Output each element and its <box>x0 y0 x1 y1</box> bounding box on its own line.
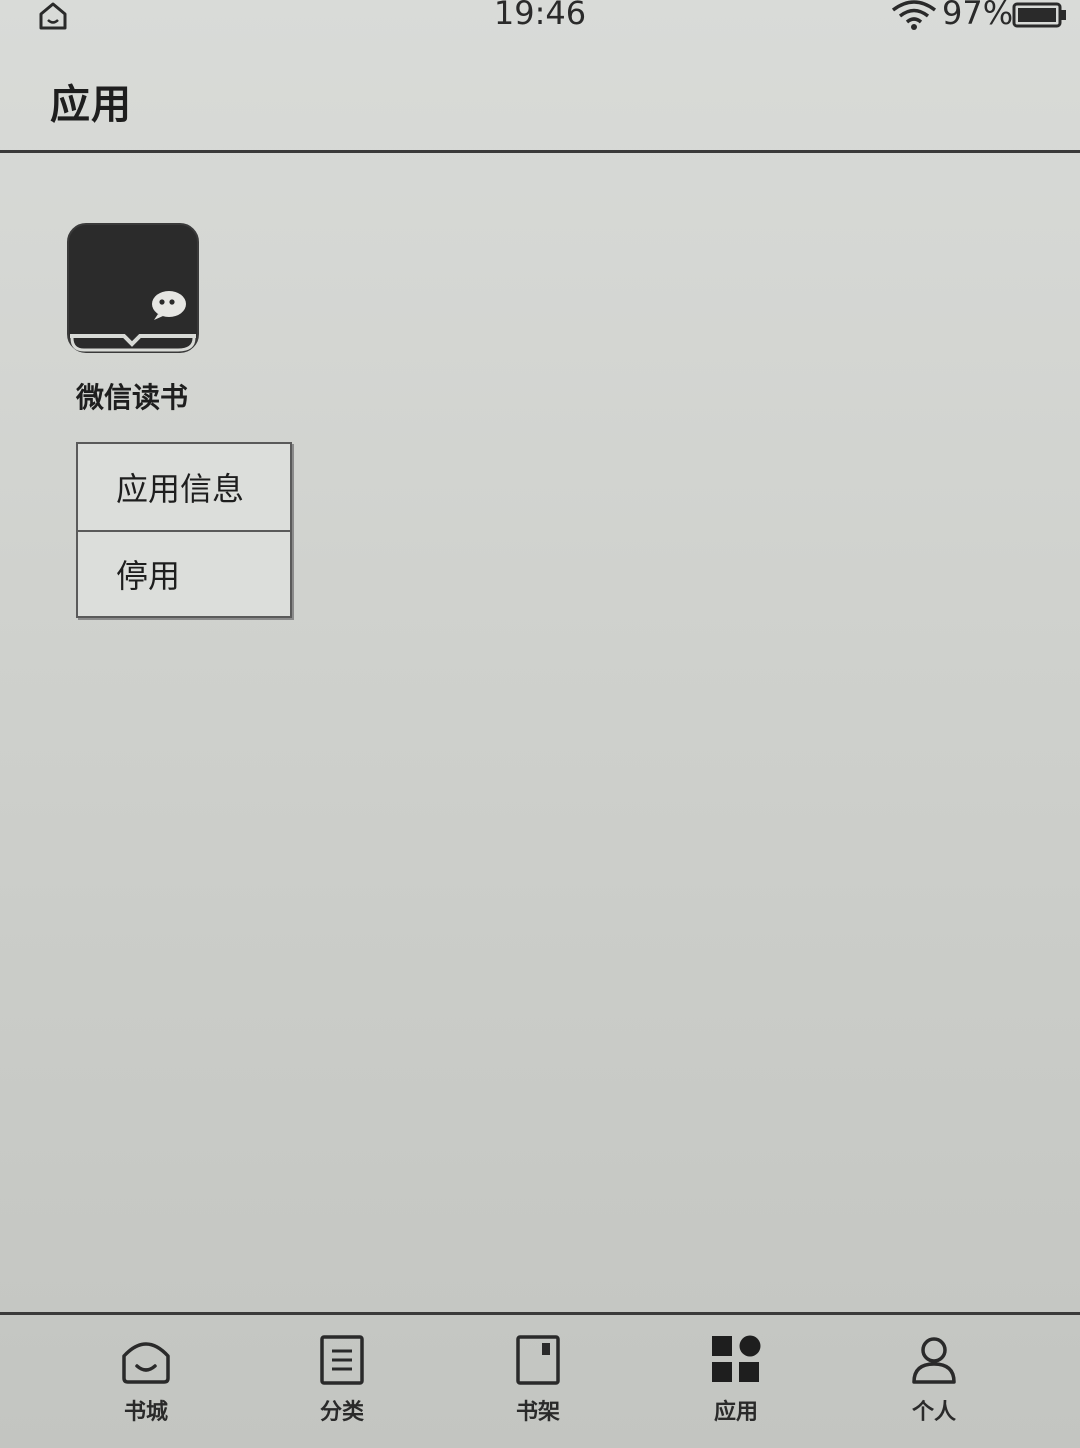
status-bar: 19:46 97% <box>0 0 1080 40</box>
app-tile-weread[interactable]: 微信读书 <box>60 218 210 414</box>
page-title: 应用 <box>50 82 132 128</box>
apps-icon <box>712 1335 761 1382</box>
category-icon <box>320 1335 364 1385</box>
profile-icon <box>912 1337 956 1384</box>
app-name: 微信读书 <box>76 381 189 414</box>
bookstore-icon <box>122 1342 170 1384</box>
eink-screen: 19:46 97% 应用 微信读书 应用信息 停用 书城 分类 书架 应用 个人 <box>0 0 1080 1448</box>
bottom-nav: 书城 分类 书架 应用 个人 <box>0 1316 1080 1448</box>
app-context-menu: 应用信息 停用 <box>76 442 292 618</box>
nav-label-category: 分类 <box>319 1400 364 1425</box>
battery-percent: 97% <box>942 0 1014 32</box>
nav-divider <box>0 1312 1080 1315</box>
nav-label-apps: 应用 <box>713 1400 758 1425</box>
nav-item-bookshelf[interactable]: 书架 <box>478 1334 598 1434</box>
nav-label-profile: 个人 <box>911 1400 956 1425</box>
menu-item-app-info[interactable]: 应用信息 <box>78 444 290 530</box>
nav-label-bookshelf: 书架 <box>515 1400 560 1425</box>
nav-label-bookstore: 书城 <box>123 1400 168 1425</box>
menu-item-disable[interactable]: 停用 <box>78 530 290 616</box>
wifi-icon <box>891 0 937 30</box>
bookshelf-icon <box>516 1335 560 1385</box>
nav-item-profile[interactable]: 个人 <box>874 1334 994 1434</box>
nav-item-bookstore[interactable]: 书城 <box>86 1334 206 1434</box>
battery-icon <box>1012 2 1066 28</box>
weread-app-icon[interactable] <box>60 218 200 358</box>
nav-item-apps[interactable]: 应用 <box>676 1334 796 1434</box>
nav-item-category[interactable]: 分类 <box>282 1334 402 1434</box>
header-divider <box>0 150 1080 153</box>
